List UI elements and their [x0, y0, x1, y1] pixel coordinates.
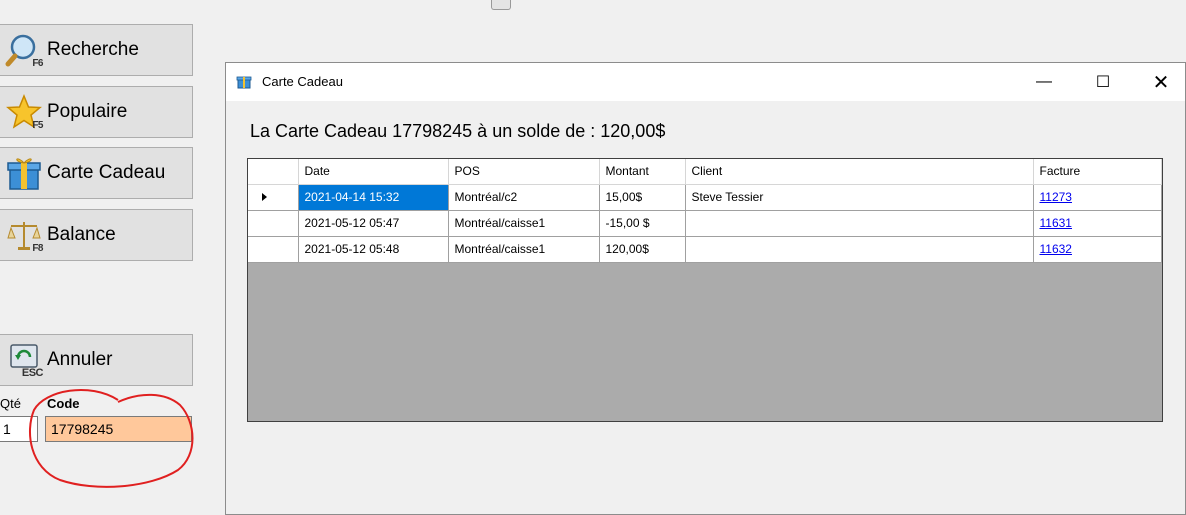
search-button-label: Recherche	[47, 39, 139, 60]
table-header-row: Date POS Montant Client Facture	[248, 159, 1162, 185]
cell-date[interactable]: 2021-04-14 15:32	[298, 184, 449, 211]
invoice-link[interactable]: 11273	[1040, 190, 1072, 204]
balance-text: La Carte Cadeau 17798245 à un solde de :…	[250, 121, 666, 141]
cell-date[interactable]: 2021-05-12 05:48	[298, 236, 449, 263]
cancel-icon: ESC	[5, 341, 44, 379]
top-strip	[0, 0, 1186, 12]
scale-icon: F8	[5, 216, 43, 254]
cell-pos[interactable]: Montréal/caisse1	[448, 236, 600, 263]
gift-card-button[interactable]: Carte Cadeau	[0, 147, 193, 199]
table-row[interactable]: 2021-05-12 05:48 Montréal/caisse1 120,00…	[248, 236, 1162, 263]
gift-icon	[5, 154, 43, 192]
cell-facture[interactable]: 11631	[1033, 210, 1162, 237]
quantity-label: Qté	[0, 396, 21, 411]
cell-client[interactable]: Steve Tessier	[685, 184, 1034, 211]
maximize-button[interactable]: ☐	[1080, 63, 1126, 101]
table-row[interactable]: 2021-04-14 15:32 Montréal/c2 15,00$ Stev…	[248, 184, 1162, 211]
cell-montant[interactable]: -15,00 $	[599, 210, 686, 237]
popular-button-label: Populaire	[47, 101, 128, 122]
code-label: Code	[47, 396, 80, 411]
f6-key-label: F6	[32, 58, 43, 69]
cell-pos[interactable]: Montréal/caisse1	[448, 210, 600, 237]
column-header-date[interactable]: Date	[298, 159, 449, 185]
column-header-montant[interactable]: Montant	[599, 159, 686, 185]
magnifier-icon: F6	[5, 31, 43, 69]
dialog-title: Carte Cadeau	[262, 74, 343, 89]
cancel-button-label: Annuler	[47, 349, 113, 370]
quantity-input[interactable]	[0, 416, 38, 442]
balance-button[interactable]: F8 Balance	[0, 209, 193, 261]
cell-montant[interactable]: 15,00$	[599, 184, 686, 211]
transactions-table: Date POS Montant Client Facture 2021-04-…	[248, 159, 1162, 263]
close-button[interactable]: ✕	[1138, 63, 1184, 101]
balance-button-label: Balance	[47, 224, 116, 245]
dialog-titlebar[interactable]: Carte Cadeau — ☐ ✕	[226, 63, 1185, 101]
transactions-grid[interactable]: Date POS Montant Client Facture 2021-04-…	[247, 158, 1163, 422]
column-header-facture[interactable]: Facture	[1033, 159, 1162, 185]
toolbar-icon[interactable]	[491, 0, 511, 10]
gift-card-button-label: Carte Cadeau	[47, 162, 166, 183]
star-icon: F5	[5, 93, 43, 131]
cell-pos[interactable]: Montréal/c2	[448, 184, 600, 211]
gift-icon	[236, 73, 252, 89]
gift-card-dialog: Carte Cadeau — ☐ ✕ La Carte Cadeau 17798…	[225, 62, 1186, 515]
column-header-pos[interactable]: POS	[448, 159, 600, 185]
cell-client[interactable]	[685, 236, 1034, 263]
minimize-button[interactable]: —	[1021, 63, 1067, 101]
row-header-corner	[248, 159, 299, 185]
cell-client[interactable]	[685, 210, 1034, 237]
popular-button[interactable]: F5 Populaire	[0, 86, 193, 138]
cell-facture[interactable]: 11273	[1033, 184, 1162, 211]
invoice-link[interactable]: 11631	[1040, 216, 1072, 230]
f5-key-label: F5	[32, 120, 43, 131]
code-input[interactable]	[45, 416, 192, 442]
cell-date[interactable]: 2021-05-12 05:47	[298, 210, 449, 237]
table-row[interactable]: 2021-05-12 05:47 Montréal/caisse1 -15,00…	[248, 210, 1162, 237]
cell-montant[interactable]: 120,00$	[599, 236, 686, 263]
search-button[interactable]: F6 Recherche	[0, 24, 193, 76]
row-selector[interactable]	[248, 184, 299, 211]
current-row-arrow-icon	[262, 193, 267, 201]
column-header-client[interactable]: Client	[685, 159, 1034, 185]
esc-key-label: ESC	[21, 367, 44, 379]
cancel-button[interactable]: ESC Annuler	[0, 334, 193, 386]
cell-facture[interactable]: 11632	[1033, 236, 1162, 263]
row-selector[interactable]	[248, 210, 299, 237]
row-selector[interactable]	[248, 236, 299, 263]
invoice-link[interactable]: 11632	[1040, 242, 1072, 256]
f8-key-label: F8	[32, 243, 43, 254]
